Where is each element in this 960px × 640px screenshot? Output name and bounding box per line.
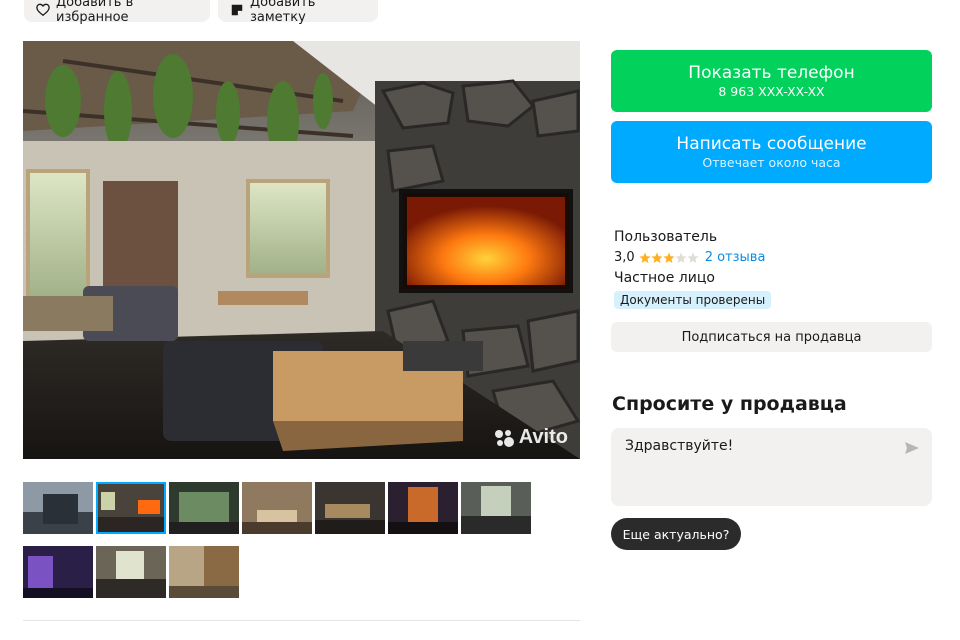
phone-number-masked: 8 963 XXX-XX-XX <box>718 83 825 99</box>
avito-logo-icon <box>494 429 514 447</box>
seller-type: Частное лицо <box>614 270 715 286</box>
ask-message-text: Здравствуйте! <box>625 438 734 454</box>
ask-message-input[interactable]: Здравствуйте! <box>611 428 932 506</box>
avito-watermark: Avito <box>493 426 568 449</box>
add-to-favorites-button[interactable]: Добавить в избранное <box>24 0 210 25</box>
avito-watermark-text: Avito <box>518 426 568 448</box>
thumbnail-4[interactable] <box>242 482 312 534</box>
divider <box>23 620 580 621</box>
subscribe-seller-button[interactable]: Подписаться на продавца <box>611 322 932 352</box>
seller-info: Пользователь 3,0 2 отзыва Частное лицо Д… <box>614 228 934 309</box>
response-time-text: Отвечает около часа <box>702 154 841 170</box>
documents-verified-badge: Документы проверены <box>614 291 772 309</box>
thumbnail-7[interactable] <box>461 482 531 534</box>
seller-rating: 3,0 2 отзыва <box>614 249 934 266</box>
show-phone-button[interactable]: Показать телефон 8 963 XXX-XX-XX <box>611 50 932 112</box>
add-to-favorites-label: Добавить в избранное <box>56 0 134 25</box>
thumbnail-5[interactable] <box>315 482 385 534</box>
add-note-button[interactable]: Добавить заметку <box>218 0 378 25</box>
thumbnail-1[interactable] <box>23 482 93 534</box>
add-note-label: Добавить заметку <box>250 0 316 25</box>
write-message-label: Написать сообщение <box>676 133 867 154</box>
rating-value: 3,0 <box>614 250 635 265</box>
ask-seller-title: Спросите у продавца <box>612 393 847 415</box>
star-filled-icon <box>663 252 675 263</box>
reviews-link[interactable]: 2 отзыва <box>705 250 766 265</box>
thumbnail-3[interactable] <box>169 482 239 534</box>
thumbnail-6[interactable] <box>388 482 458 534</box>
star-empty-icon <box>687 252 699 263</box>
show-phone-label: Показать телефон <box>688 62 855 83</box>
send-icon[interactable] <box>904 440 920 456</box>
seller-name[interactable]: Пользователь <box>614 228 934 246</box>
rating-stars <box>639 252 699 264</box>
thumbnail-2[interactable] <box>96 482 166 534</box>
heart-icon <box>36 3 50 17</box>
thumbnail-9[interactable] <box>96 546 166 598</box>
thumbnail-10[interactable] <box>169 546 239 598</box>
note-icon <box>230 3 244 17</box>
suggestion-chip-still-relevant[interactable]: Еще актуально? <box>611 518 741 550</box>
cafe-interior-image <box>23 41 580 459</box>
star-empty-icon <box>675 252 687 263</box>
write-message-button[interactable]: Написать сообщение Отвечает около часа <box>611 121 932 183</box>
main-photo[interactable]: Avito <box>23 41 580 459</box>
thumbnail-8[interactable] <box>23 546 93 598</box>
star-filled-icon <box>651 252 663 263</box>
star-filled-icon <box>639 252 651 263</box>
